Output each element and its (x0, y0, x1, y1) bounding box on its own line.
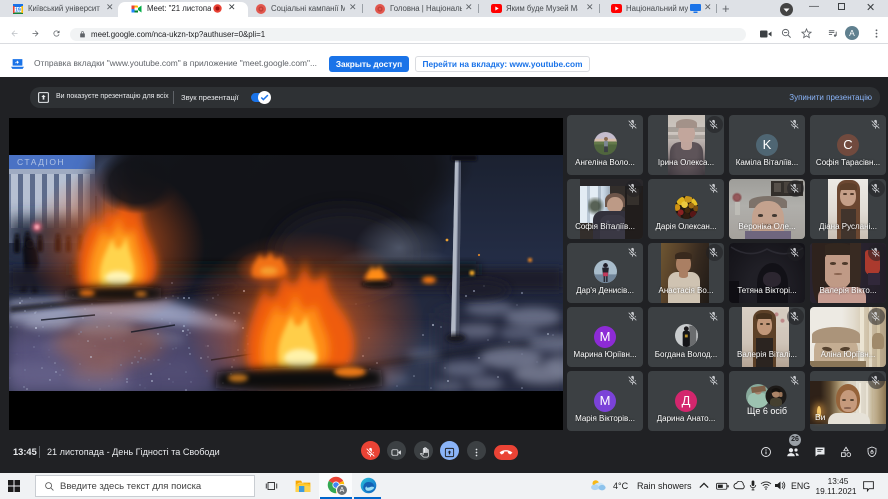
svg-text:19: 19 (15, 7, 21, 13)
svg-text:СТАДІОН: СТАДІОН (17, 157, 65, 167)
